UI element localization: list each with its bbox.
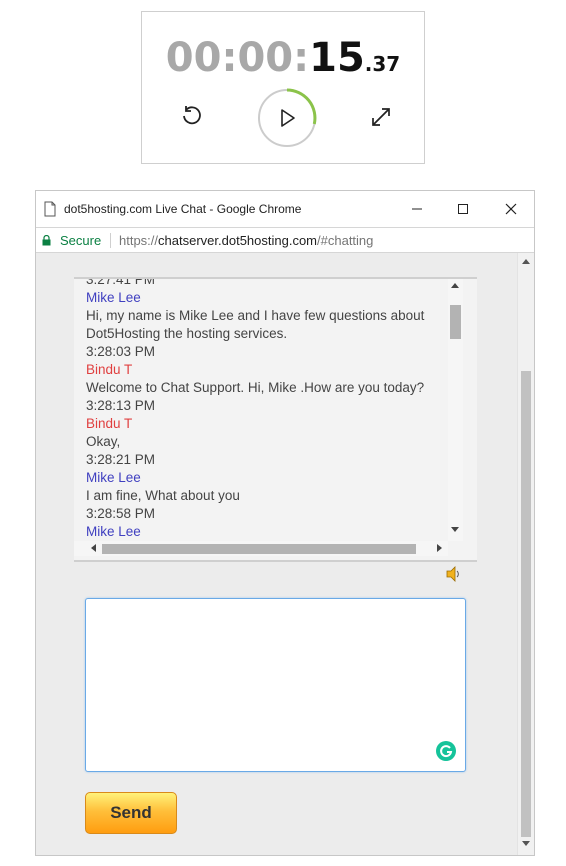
url-host: chatserver.dot5hosting.com [158,233,318,248]
timer-separator: : [293,35,310,81]
timer-seconds: 15 [309,35,365,81]
timer-separator: : [221,35,238,81]
chat-page: 3:27:41 PM Mike Lee Hi, my name is Mike … [36,253,517,855]
scrollbar-thumb[interactable] [521,371,531,837]
scroll-up-icon[interactable] [522,259,530,264]
minimize-icon [412,208,422,210]
message-sender: Mike Lee [86,524,141,539]
timer-display: 00:00:15.37 [142,34,424,88]
message-time: 3:28:03 PM [86,344,156,359]
message-input[interactable] [85,598,466,772]
minimize-button[interactable] [394,191,440,227]
message-time: 3:27:41 PM [86,277,156,287]
transcript-vertical-scrollbar[interactable] [448,279,463,541]
url-scheme: https:// [119,233,159,248]
scroll-right-icon[interactable] [437,544,442,552]
speaker-icon [446,566,459,582]
window-title: dot5hosting.com Live Chat - Google Chrom… [64,202,302,216]
timer-hundredths: .37 [364,52,401,76]
window-vertical-scrollbar[interactable] [517,253,534,855]
close-button[interactable] [488,191,534,227]
message-text: I am fine, What about you [86,488,240,503]
url-path: /#chatting [317,233,374,248]
sound-toggle-button[interactable] [446,566,462,582]
message-text: Dot5Hosting the hosting services. [86,326,288,341]
scroll-down-icon[interactable] [522,841,530,846]
fullscreen-button[interactable] [368,104,394,130]
address-divider [110,233,111,248]
close-icon [505,203,517,215]
maximize-button[interactable] [440,191,486,227]
address-bar[interactable]: Secure https://chatserver.dot5hosting.co… [36,227,534,253]
chat-transcript: 3:27:41 PM Mike Lee Hi, my name is Mike … [74,277,477,562]
message-text: Okay, [86,434,121,449]
message-time: 3:28:58 PM [86,506,156,521]
transcript-horizontal-scrollbar[interactable] [74,541,448,556]
message-text: Welcome to Chat Support. Hi, Mike .How a… [86,380,425,395]
timer-hours: 00 [165,35,222,81]
message-time: 3:28:21 PM [86,452,156,467]
chat-window: dot5hosting.com Live Chat - Google Chrom… [35,190,535,856]
message-time: 3:28:13 PM [86,398,156,413]
scroll-up-icon[interactable] [451,283,459,288]
message-sender: Mike Lee [86,470,141,485]
scrollbar-thumb[interactable] [102,544,416,554]
page-icon [44,201,56,217]
maximize-icon [458,204,468,214]
timer-minutes: 00 [237,35,294,81]
secure-label: Secure [60,233,102,248]
message-sender: Mike Lee [86,290,141,305]
title-bar: dot5hosting.com Live Chat - Google Chrom… [36,191,534,227]
grammarly-button[interactable] [436,741,456,761]
lock-icon [42,235,51,246]
message-text: Hi, my name is Mike Lee and I have few q… [86,308,425,323]
play-button[interactable] [257,88,317,148]
scroll-left-icon[interactable] [91,544,96,552]
scroll-down-icon[interactable] [451,527,459,532]
message-sender: Bindu T [86,416,133,431]
stopwatch-widget: 00:00:15.37 [141,11,425,164]
message-sender: Bindu T [86,362,133,377]
reset-icon [183,106,201,125]
grammarly-icon [436,741,456,761]
url-text[interactable]: https://chatserver.dot5hosting.com/#chat… [119,233,373,248]
transcript-text: 3:27:41 PM Mike Lee Hi, my name is Mike … [86,277,448,541]
expand-icon [372,108,390,126]
reset-button[interactable] [178,102,206,130]
scrollbar-thumb[interactable] [450,305,461,339]
play-icon [258,88,317,147]
send-button[interactable]: Send [85,792,177,834]
